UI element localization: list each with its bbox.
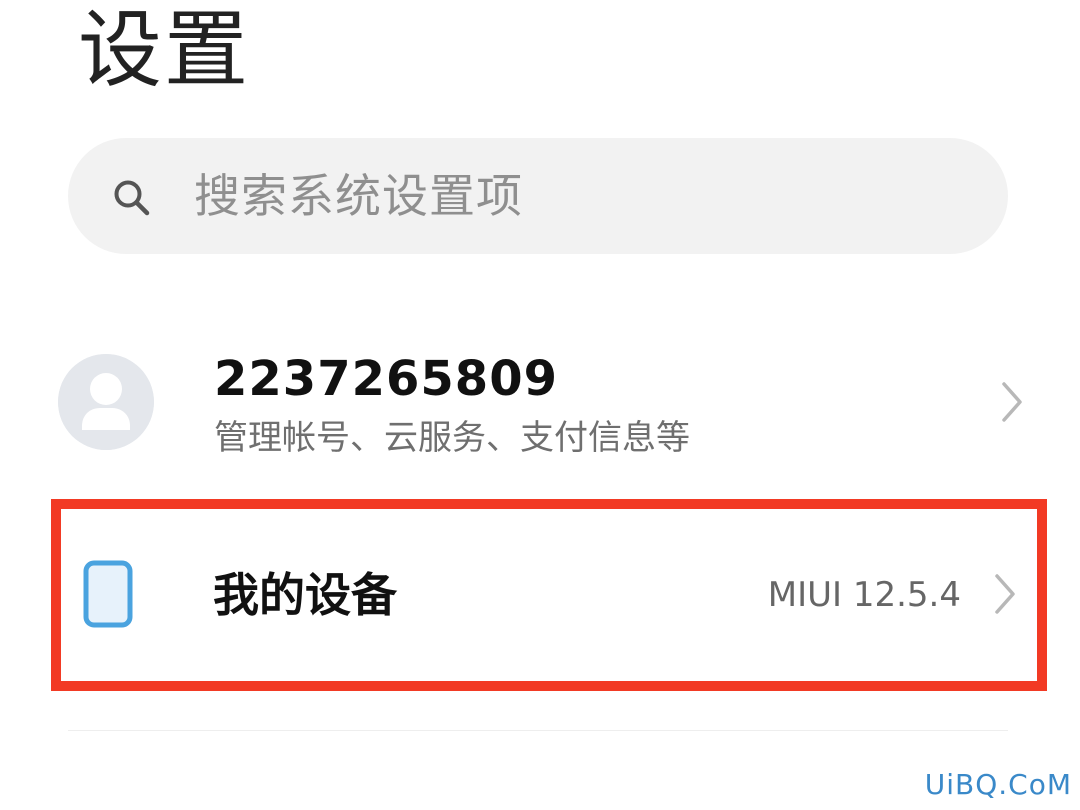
account-id: 2237265809 [214, 351, 558, 407]
avatar [58, 354, 154, 450]
my-device-row[interactable]: 我的设备 MIUI 12.5.4 [51, 499, 1047, 691]
watermark: UiBQ.CoM [924, 768, 1072, 801]
row-divider [68, 730, 1008, 731]
device-title: 我的设备 [213, 568, 397, 622]
account-row[interactable]: 2237265809 管理帐号、云服务、支付信息等 [0, 330, 1080, 480]
search-bar[interactable]: 搜索系统设置项 [68, 138, 1008, 254]
account-subtitle: 管理帐号、云服务、支付信息等 [214, 418, 690, 458]
device-version: MIUI 12.5.4 [767, 575, 961, 615]
search-icon [114, 180, 150, 216]
chevron-right-icon [1002, 382, 1022, 422]
user-avatar-icon [58, 354, 154, 450]
phone-outline-icon [83, 560, 133, 628]
chevron-right-icon [995, 574, 1015, 614]
search-placeholder: 搜索系统设置项 [194, 169, 523, 223]
page-title: 设置 [78, 1, 251, 99]
